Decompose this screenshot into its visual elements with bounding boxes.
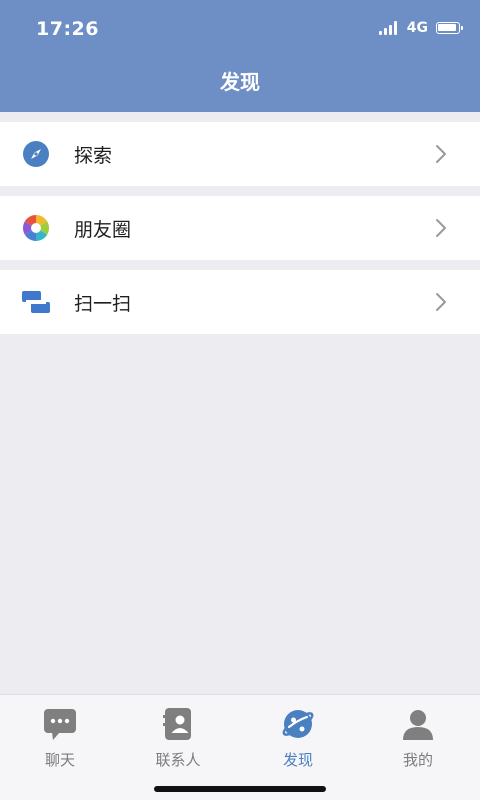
scan-icon <box>22 288 50 316</box>
discover-planet-icon <box>281 707 315 741</box>
tab-me[interactable]: 我的 <box>358 707 478 770</box>
battery-level <box>438 24 456 31</box>
compass-icon <box>22 140 50 168</box>
contacts-icon <box>161 707 195 741</box>
status-indicators: 4G <box>378 20 463 36</box>
chat-icon <box>43 707 77 741</box>
page-title: 发现 <box>220 70 260 94</box>
tab-label: 我的 <box>402 751 433 769</box>
person-icon <box>401 707 435 741</box>
menu-item-label: 朋友圈 <box>74 218 132 241</box>
network-type: 4G <box>406 20 428 36</box>
battery-icon <box>436 22 463 34</box>
tab-discover[interactable]: 发现 <box>238 707 358 770</box>
signal-icon <box>378 21 397 35</box>
tab-chat[interactable]: 聊天 <box>0 707 120 770</box>
chevron-right-icon <box>434 218 448 238</box>
menu-item-scan[interactable]: 扫一扫 <box>0 270 480 334</box>
header: 17:26 4G 发现 <box>0 0 480 112</box>
tab-contacts[interactable]: 联系人 <box>118 707 238 770</box>
aperture-icon <box>22 214 50 242</box>
menu-item-label: 探索 <box>74 144 113 167</box>
tab-label: 聊天 <box>44 751 75 769</box>
chevron-right-icon <box>434 292 448 312</box>
menu-item-label: 扫一扫 <box>74 292 132 315</box>
home-indicator[interactable] <box>154 786 326 792</box>
tab-label: 联系人 <box>155 751 201 769</box>
chevron-right-icon <box>434 144 448 164</box>
status-time: 17:26 <box>36 18 99 40</box>
bottom-tab-bar: 聊天 联系人 发现 我的 <box>0 694 480 800</box>
tab-label: 发现 <box>282 751 313 769</box>
menu-item-moments[interactable]: 朋友圈 <box>0 196 480 260</box>
menu-item-explore[interactable]: 探索 <box>0 122 480 186</box>
